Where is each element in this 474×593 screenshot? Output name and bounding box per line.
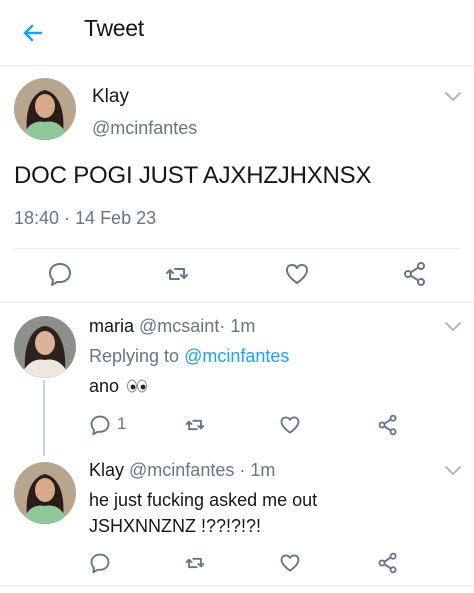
reply-icon[interactable] (47, 261, 73, 287)
reply-text: ano (89, 374, 148, 400)
separator-dot: · (239, 460, 246, 480)
eyes-emoji-icon (126, 375, 148, 400)
reply-header: Klay @mcinfantes · 1m (89, 460, 275, 481)
share-icon[interactable] (402, 261, 428, 287)
tweet-timestamp[interactable]: 18:40 · 14 Feb 23 (14, 208, 156, 229)
reply-icon[interactable] (89, 414, 111, 436)
back-arrow-icon[interactable] (18, 18, 48, 48)
reply-author-handle[interactable]: @mcsaint (139, 316, 219, 336)
replying-to-line: Replying to @mcinfantes (89, 346, 289, 367)
page-title: Tweet (84, 15, 144, 41)
replying-to-label: Replying to (89, 346, 180, 366)
share-icon[interactable] (377, 552, 399, 574)
reply-header: maria @mcsaint· 1m (89, 316, 255, 337)
divider (0, 302, 474, 303)
reply-author-handle[interactable]: @mcinfantes (129, 460, 234, 480)
reply-time[interactable]: 1m (250, 460, 275, 480)
author-name[interactable]: Klay (92, 86, 129, 108)
share-icon[interactable] (377, 414, 399, 436)
reply-text-line: he just fucking asked me out (89, 490, 318, 510)
chevron-down-icon[interactable] (444, 320, 462, 332)
retweet-icon[interactable] (184, 552, 206, 574)
reply-time[interactable]: 1m (230, 316, 255, 336)
separator-dot: · (219, 316, 226, 336)
reply-author-name[interactable]: Klay (89, 460, 124, 480)
replying-to-link[interactable]: @mcinfantes (184, 346, 289, 366)
divider (14, 248, 460, 249)
reply-icon[interactable] (89, 552, 111, 574)
retweet-icon[interactable] (184, 414, 206, 436)
avatar[interactable] (14, 462, 76, 524)
divider (0, 585, 474, 586)
like-icon[interactable] (279, 552, 301, 574)
reply-author-name[interactable]: maria (89, 316, 134, 336)
header-bar: Tweet (0, 0, 474, 66)
reply-text-line: JSHXNNZNZ !??!?!?! (89, 516, 262, 536)
tweet-text: DOC POGI JUST AJXHZJHXNSX (14, 162, 372, 189)
reply-count: 1 (117, 414, 127, 433)
retweet-icon[interactable] (164, 261, 190, 287)
avatar[interactable] (14, 78, 76, 140)
chevron-down-icon[interactable] (444, 464, 462, 476)
reply-text-content: ano (89, 376, 120, 396)
like-icon[interactable] (279, 414, 301, 436)
thread-connector-line (43, 380, 45, 456)
avatar[interactable] (14, 316, 76, 378)
author-handle[interactable]: @mcinfantes (92, 118, 197, 139)
like-icon[interactable] (284, 261, 310, 287)
chevron-down-icon[interactable] (444, 90, 462, 102)
